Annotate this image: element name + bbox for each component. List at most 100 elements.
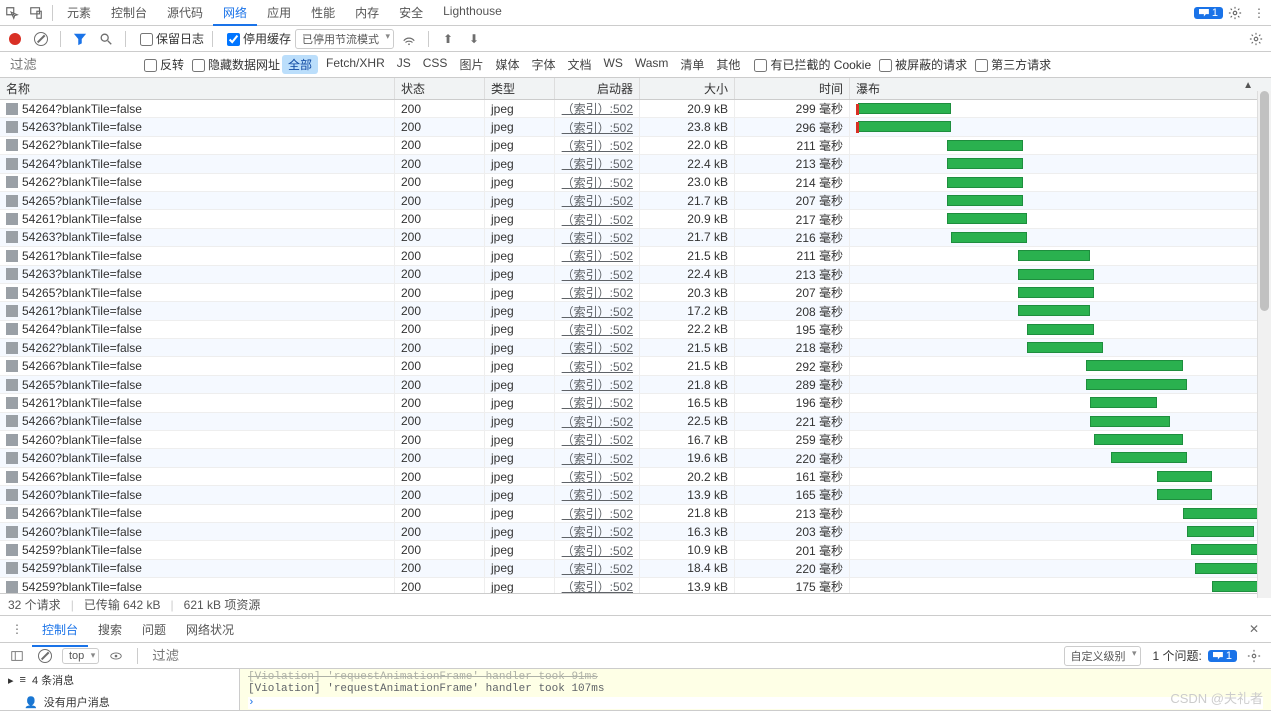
col-type[interactable]: 类型 [485, 78, 555, 99]
drawer-tab-0[interactable]: 控制台 [32, 617, 88, 642]
filter-type[interactable]: 图片 [453, 54, 489, 75]
device-toggle-icon[interactable] [24, 1, 48, 25]
drawer-menu-icon[interactable]: ⋮ [6, 618, 28, 640]
table-row[interactable]: 54260?blankTile=false200jpeg（索引）:50219.6… [0, 449, 1271, 467]
cell-initiator[interactable]: （索引）:502 [555, 100, 640, 117]
messages-group[interactable]: ▸≡4 条消息 [0, 669, 239, 691]
context-select[interactable]: top [62, 648, 99, 664]
filter-type[interactable]: 媒体 [489, 54, 525, 75]
table-row[interactable]: 54262?blankTile=false200jpeg（索引）:50221.5… [0, 339, 1271, 357]
table-row[interactable]: 54260?blankTile=false200jpeg（索引）:50216.3… [0, 523, 1271, 541]
issues-badge[interactable]: 1 [1194, 7, 1223, 19]
col-initiator[interactable]: 启动器 [555, 78, 640, 99]
hide-data-urls-checkbox[interactable]: 隐藏数据网址 [186, 56, 280, 73]
table-row[interactable]: 54260?blankTile=false200jpeg（索引）:50213.9… [0, 486, 1271, 504]
col-size[interactable]: 大小 [640, 78, 735, 99]
table-row[interactable]: 54266?blankTile=false200jpeg（索引）:50221.5… [0, 357, 1271, 375]
table-row[interactable]: 54261?blankTile=false200jpeg（索引）:50217.2… [0, 302, 1271, 320]
log-levels-select[interactable]: 自定义级别 [1064, 646, 1141, 666]
filter-toggle-icon[interactable] [69, 28, 91, 50]
drawer-tab-3[interactable]: 网络状况 [176, 617, 244, 642]
inspect-icon[interactable] [0, 1, 24, 25]
main-tab-1[interactable]: 控制台 [101, 0, 157, 25]
export-har-icon[interactable]: ⬇ [463, 28, 485, 50]
network-table-body[interactable]: 54264?blankTile=false200jpeg（索引）:50220.9… [0, 100, 1271, 593]
filter-type-all[interactable]: 全部 [282, 55, 318, 74]
console-filter-input[interactable] [148, 646, 278, 665]
console-messages[interactable]: [Violation] 'requestAnimationFrame' hand… [240, 669, 1271, 710]
console-sidebar-toggle-icon[interactable] [6, 645, 28, 667]
cell-initiator[interactable]: （索引）:502 [555, 266, 640, 283]
cell-initiator[interactable]: （索引）:502 [555, 413, 640, 430]
table-row[interactable]: 54262?blankTile=false200jpeg（索引）:50222.0… [0, 137, 1271, 155]
table-row[interactable]: 54264?blankTile=false200jpeg（索引）:50222.4… [0, 155, 1271, 173]
table-row[interactable]: 54259?blankTile=false200jpeg（索引）:50218.4… [0, 560, 1271, 578]
network-settings-icon[interactable] [1245, 28, 1267, 50]
disable-cache-checkbox[interactable]: 停用缓存 [221, 30, 291, 47]
col-waterfall[interactable]: 瀑布▲ [850, 78, 1271, 99]
table-row[interactable]: 54266?blankTile=false200jpeg（索引）:50221.8… [0, 505, 1271, 523]
cell-initiator[interactable]: （索引）:502 [555, 578, 640, 593]
cell-initiator[interactable]: （索引）:502 [555, 468, 640, 485]
blocked-cookies-checkbox[interactable]: 有已拦截的 Cookie [748, 56, 871, 73]
filter-type[interactable]: 文档 [561, 54, 597, 75]
table-row[interactable]: 54261?blankTile=false200jpeg（索引）:50220.9… [0, 210, 1271, 228]
table-row[interactable]: 54259?blankTile=false200jpeg（索引）:50213.9… [0, 578, 1271, 593]
import-har-icon[interactable]: ⬆ [437, 28, 459, 50]
col-status[interactable]: 状态 [395, 78, 485, 99]
table-row[interactable]: 54263?blankTile=false200jpeg（索引）:50221.7… [0, 229, 1271, 247]
cell-initiator[interactable]: （索引）:502 [555, 357, 640, 374]
main-tab-2[interactable]: 源代码 [157, 0, 213, 25]
filter-type[interactable]: Wasm [629, 54, 675, 75]
cell-initiator[interactable]: （索引）:502 [555, 394, 640, 411]
main-tab-4[interactable]: 应用 [257, 0, 301, 25]
main-tab-5[interactable]: 性能 [301, 0, 345, 25]
filter-type[interactable]: Fetch/XHR [320, 54, 391, 75]
cell-initiator[interactable]: （索引）:502 [555, 137, 640, 154]
filter-input[interactable] [6, 55, 136, 74]
cell-initiator[interactable]: （索引）:502 [555, 376, 640, 393]
invert-checkbox[interactable]: 反转 [138, 56, 184, 73]
col-name[interactable]: 名称 [0, 78, 395, 99]
main-tab-8[interactable]: Lighthouse [433, 0, 512, 25]
table-row[interactable]: 54259?blankTile=false200jpeg（索引）:50210.9… [0, 541, 1271, 559]
cell-initiator[interactable]: （索引）:502 [555, 431, 640, 448]
cell-initiator[interactable]: （索引）:502 [555, 284, 640, 301]
search-icon[interactable] [95, 28, 117, 50]
cell-initiator[interactable]: （索引）:502 [555, 339, 640, 356]
table-row[interactable]: 54263?blankTile=false200jpeg（索引）:50222.4… [0, 266, 1271, 284]
table-row[interactable]: 54263?blankTile=false200jpeg（索引）:50223.8… [0, 118, 1271, 136]
throttling-select[interactable]: 已停用节流模式 [295, 29, 394, 49]
settings-gear-icon[interactable] [1223, 1, 1247, 25]
cell-initiator[interactable]: （索引）:502 [555, 449, 640, 466]
preserve-log-checkbox[interactable]: 保留日志 [134, 30, 204, 47]
cell-initiator[interactable]: （索引）:502 [555, 229, 640, 246]
cell-initiator[interactable]: （索引）:502 [555, 302, 640, 319]
drawer-tab-2[interactable]: 问题 [132, 617, 176, 642]
console-settings-icon[interactable] [1243, 645, 1265, 667]
cell-initiator[interactable]: （索引）:502 [555, 560, 640, 577]
live-expression-icon[interactable] [105, 645, 127, 667]
table-row[interactable]: 54266?blankTile=false200jpeg（索引）:50220.2… [0, 468, 1271, 486]
table-row[interactable]: 54266?blankTile=false200jpeg（索引）:50222.5… [0, 413, 1271, 431]
cell-initiator[interactable]: （索引）:502 [555, 247, 640, 264]
cell-initiator[interactable]: （索引）:502 [555, 155, 640, 172]
filter-type[interactable]: 其他 [710, 54, 746, 75]
cell-initiator[interactable]: （索引）:502 [555, 118, 640, 135]
table-row[interactable]: 54260?blankTile=false200jpeg（索引）:50216.7… [0, 431, 1271, 449]
main-tab-0[interactable]: 元素 [57, 0, 101, 25]
filter-type[interactable]: 字体 [525, 54, 561, 75]
record-button[interactable] [4, 28, 26, 50]
blocked-requests-checkbox[interactable]: 被屏蔽的请求 [873, 56, 967, 73]
filter-type[interactable]: WS [598, 54, 629, 75]
main-tab-6[interactable]: 内存 [345, 0, 389, 25]
cell-initiator[interactable]: （索引）:502 [555, 486, 640, 503]
console-clear-icon[interactable] [34, 645, 56, 667]
filter-type[interactable]: 清单 [674, 54, 710, 75]
drawer-close-icon[interactable]: ✕ [1243, 618, 1265, 640]
cell-initiator[interactable]: （索引）:502 [555, 210, 640, 227]
cell-initiator[interactable]: （索引）:502 [555, 523, 640, 540]
cell-initiator[interactable]: （索引）:502 [555, 192, 640, 209]
cell-initiator[interactable]: （索引）:502 [555, 541, 640, 558]
table-row[interactable]: 54261?blankTile=false200jpeg（索引）:50221.5… [0, 247, 1271, 265]
